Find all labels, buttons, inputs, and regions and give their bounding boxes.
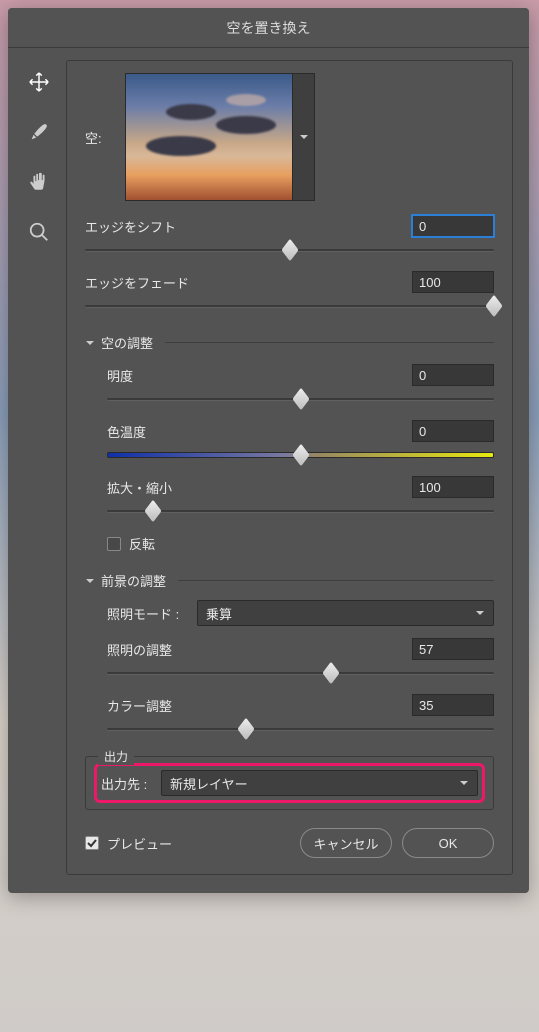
hand-tool[interactable] [23,166,55,198]
color-adjust-input[interactable] [412,694,494,716]
output-highlight: 出力先 : 新規レイヤー [94,763,485,803]
lighting-mode-value: 乗算 [206,604,232,623]
chevron-down-icon [85,338,95,348]
output-to-label: 出力先 : [101,774,161,793]
sky-adjust-section-label: 空の調整 [101,333,153,352]
brightness-label: 明度 [107,366,412,385]
edge-shift-label: エッジをシフト [85,217,412,236]
lighting-adjust-slider[interactable] [107,664,494,682]
output-fieldset-label: 出力 [98,748,134,765]
sky-preset-dropdown[interactable] [293,73,315,201]
output-fieldset: 出力 出力先 : 新規レイヤー [85,756,494,810]
color-temp-slider[interactable] [107,446,494,464]
edge-fade-slider[interactable] [85,297,494,315]
edge-fade-input[interactable] [412,271,494,293]
preview-checkbox[interactable] [85,836,99,850]
lighting-adjust-label: 照明の調整 [107,640,412,659]
brightness-input[interactable] [412,364,494,386]
lighting-adjust-input[interactable] [412,638,494,660]
cancel-button[interactable]: キャンセル [300,828,392,858]
lighting-mode-select[interactable]: 乗算 [197,600,494,626]
dialog-title: 空を置き換え [8,8,529,48]
color-temp-label: 色温度 [107,422,412,441]
output-to-value: 新規レイヤー [170,774,248,793]
zoom-tool[interactable] [23,216,55,248]
edge-fade-label: エッジをフェード [85,273,412,292]
sky-preset-thumbnail[interactable] [125,73,293,201]
chevron-down-icon [85,576,95,586]
edge-shift-input[interactable] [412,215,494,237]
color-adjust-label: カラー調整 [107,696,412,715]
ok-button[interactable]: OK [402,828,494,858]
move-tool[interactable] [23,66,55,98]
color-temp-input[interactable] [412,420,494,442]
output-to-select[interactable]: 新規レイヤー [161,770,478,796]
sky-label: 空: [85,128,125,147]
sky-adjust-section-toggle[interactable]: 空の調整 [85,333,494,352]
foreground-adjust-section-label: 前景の調整 [101,571,166,590]
scale-slider[interactable] [107,502,494,520]
flip-checkbox[interactable] [107,537,121,551]
brush-tool[interactable] [23,116,55,148]
scale-input[interactable] [412,476,494,498]
color-adjust-slider[interactable] [107,720,494,738]
preview-label: プレビュー [107,834,172,853]
scale-label: 拡大・縮小 [107,478,412,497]
lighting-mode-label: 照明モード : [107,604,197,623]
brightness-slider[interactable] [107,390,494,408]
chevron-down-icon [459,778,469,788]
edge-shift-slider[interactable] [85,241,494,259]
foreground-adjust-section-toggle[interactable]: 前景の調整 [85,571,494,590]
chevron-down-icon [475,608,485,618]
flip-label: 反転 [129,534,155,553]
